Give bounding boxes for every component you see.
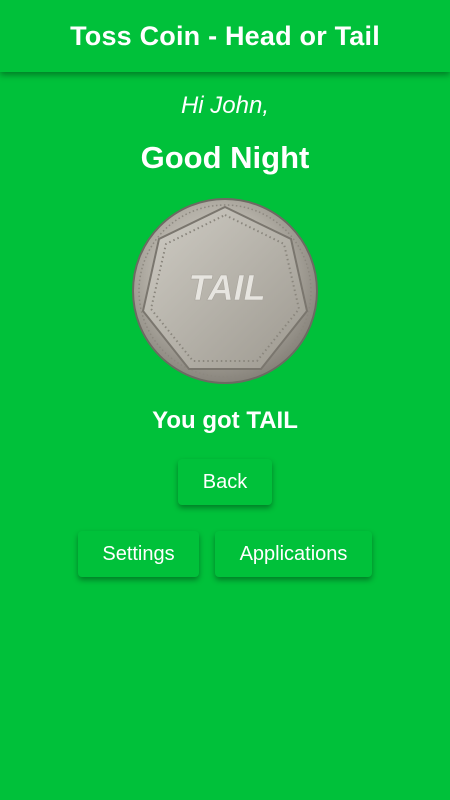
settings-button[interactable]: Settings [78, 531, 199, 577]
coin-tail-icon: TAIL [131, 197, 319, 385]
app-bar: Toss Coin - Head or Tail [0, 0, 450, 72]
applications-button[interactable]: Applications [215, 531, 372, 577]
time-of-day-text: Good Night [140, 140, 310, 175]
coin-face-text: TAIL [188, 267, 265, 308]
app-title: Toss Coin - Head or Tail [70, 20, 380, 51]
result-text: You got TAIL [152, 407, 298, 434]
greeting-text: Hi John, [180, 92, 270, 119]
back-button[interactable]: Back [178, 459, 272, 505]
